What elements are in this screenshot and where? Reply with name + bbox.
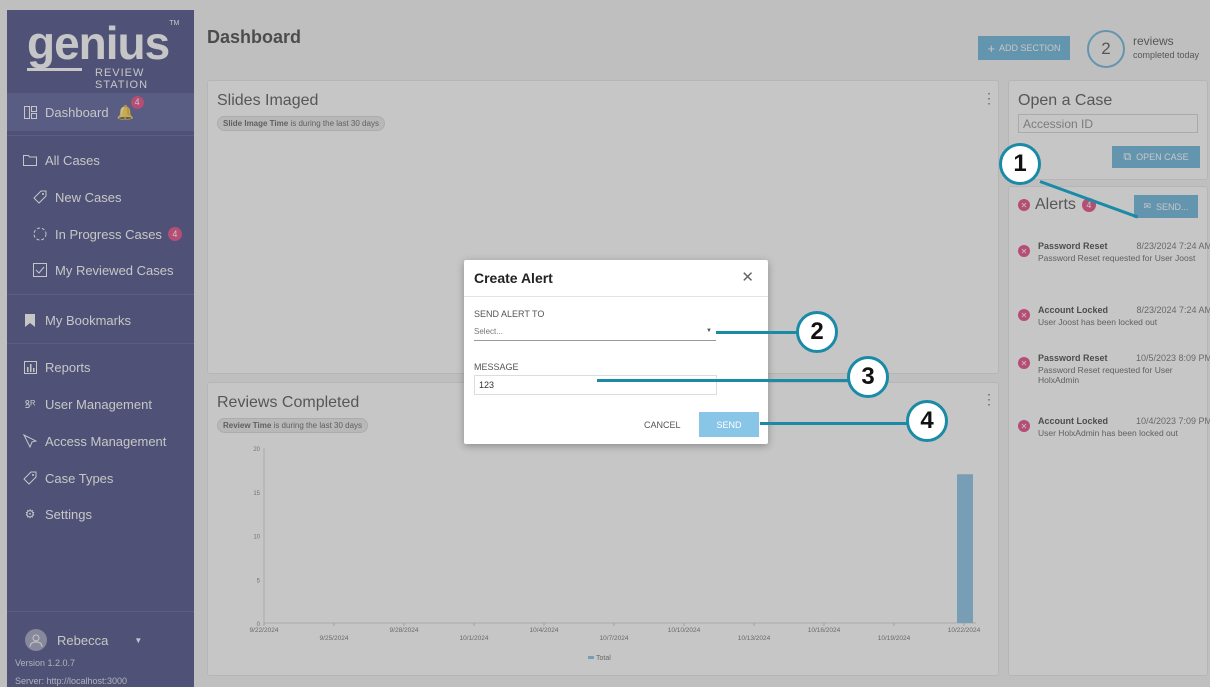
chevron-down-icon: ▼ xyxy=(706,328,712,334)
callout-line-4 xyxy=(760,422,908,425)
callout-line-2 xyxy=(716,331,800,334)
message-input[interactable]: 123 xyxy=(474,375,717,395)
dialog-title: Create Alert xyxy=(474,270,553,286)
send-to-select[interactable]: Select... ▼ xyxy=(474,324,716,341)
create-alert-dialog: Create Alert ✕ SEND ALERT TO Select... ▼… xyxy=(464,260,768,444)
close-icon[interactable]: ✕ xyxy=(741,268,754,286)
callout-4: 4 xyxy=(906,400,948,442)
cancel-button[interactable]: CANCEL xyxy=(644,420,681,430)
divider xyxy=(464,296,768,297)
callout-1: 1 xyxy=(999,143,1041,185)
message-label: MESSAGE xyxy=(474,362,519,372)
send-button[interactable]: SEND xyxy=(699,412,759,437)
callout-3: 3 xyxy=(847,356,889,398)
callout-2: 2 xyxy=(796,311,838,353)
callout-line-3 xyxy=(597,379,849,382)
select-placeholder: Select... xyxy=(474,327,503,336)
send-to-label: SEND ALERT TO xyxy=(474,309,545,319)
